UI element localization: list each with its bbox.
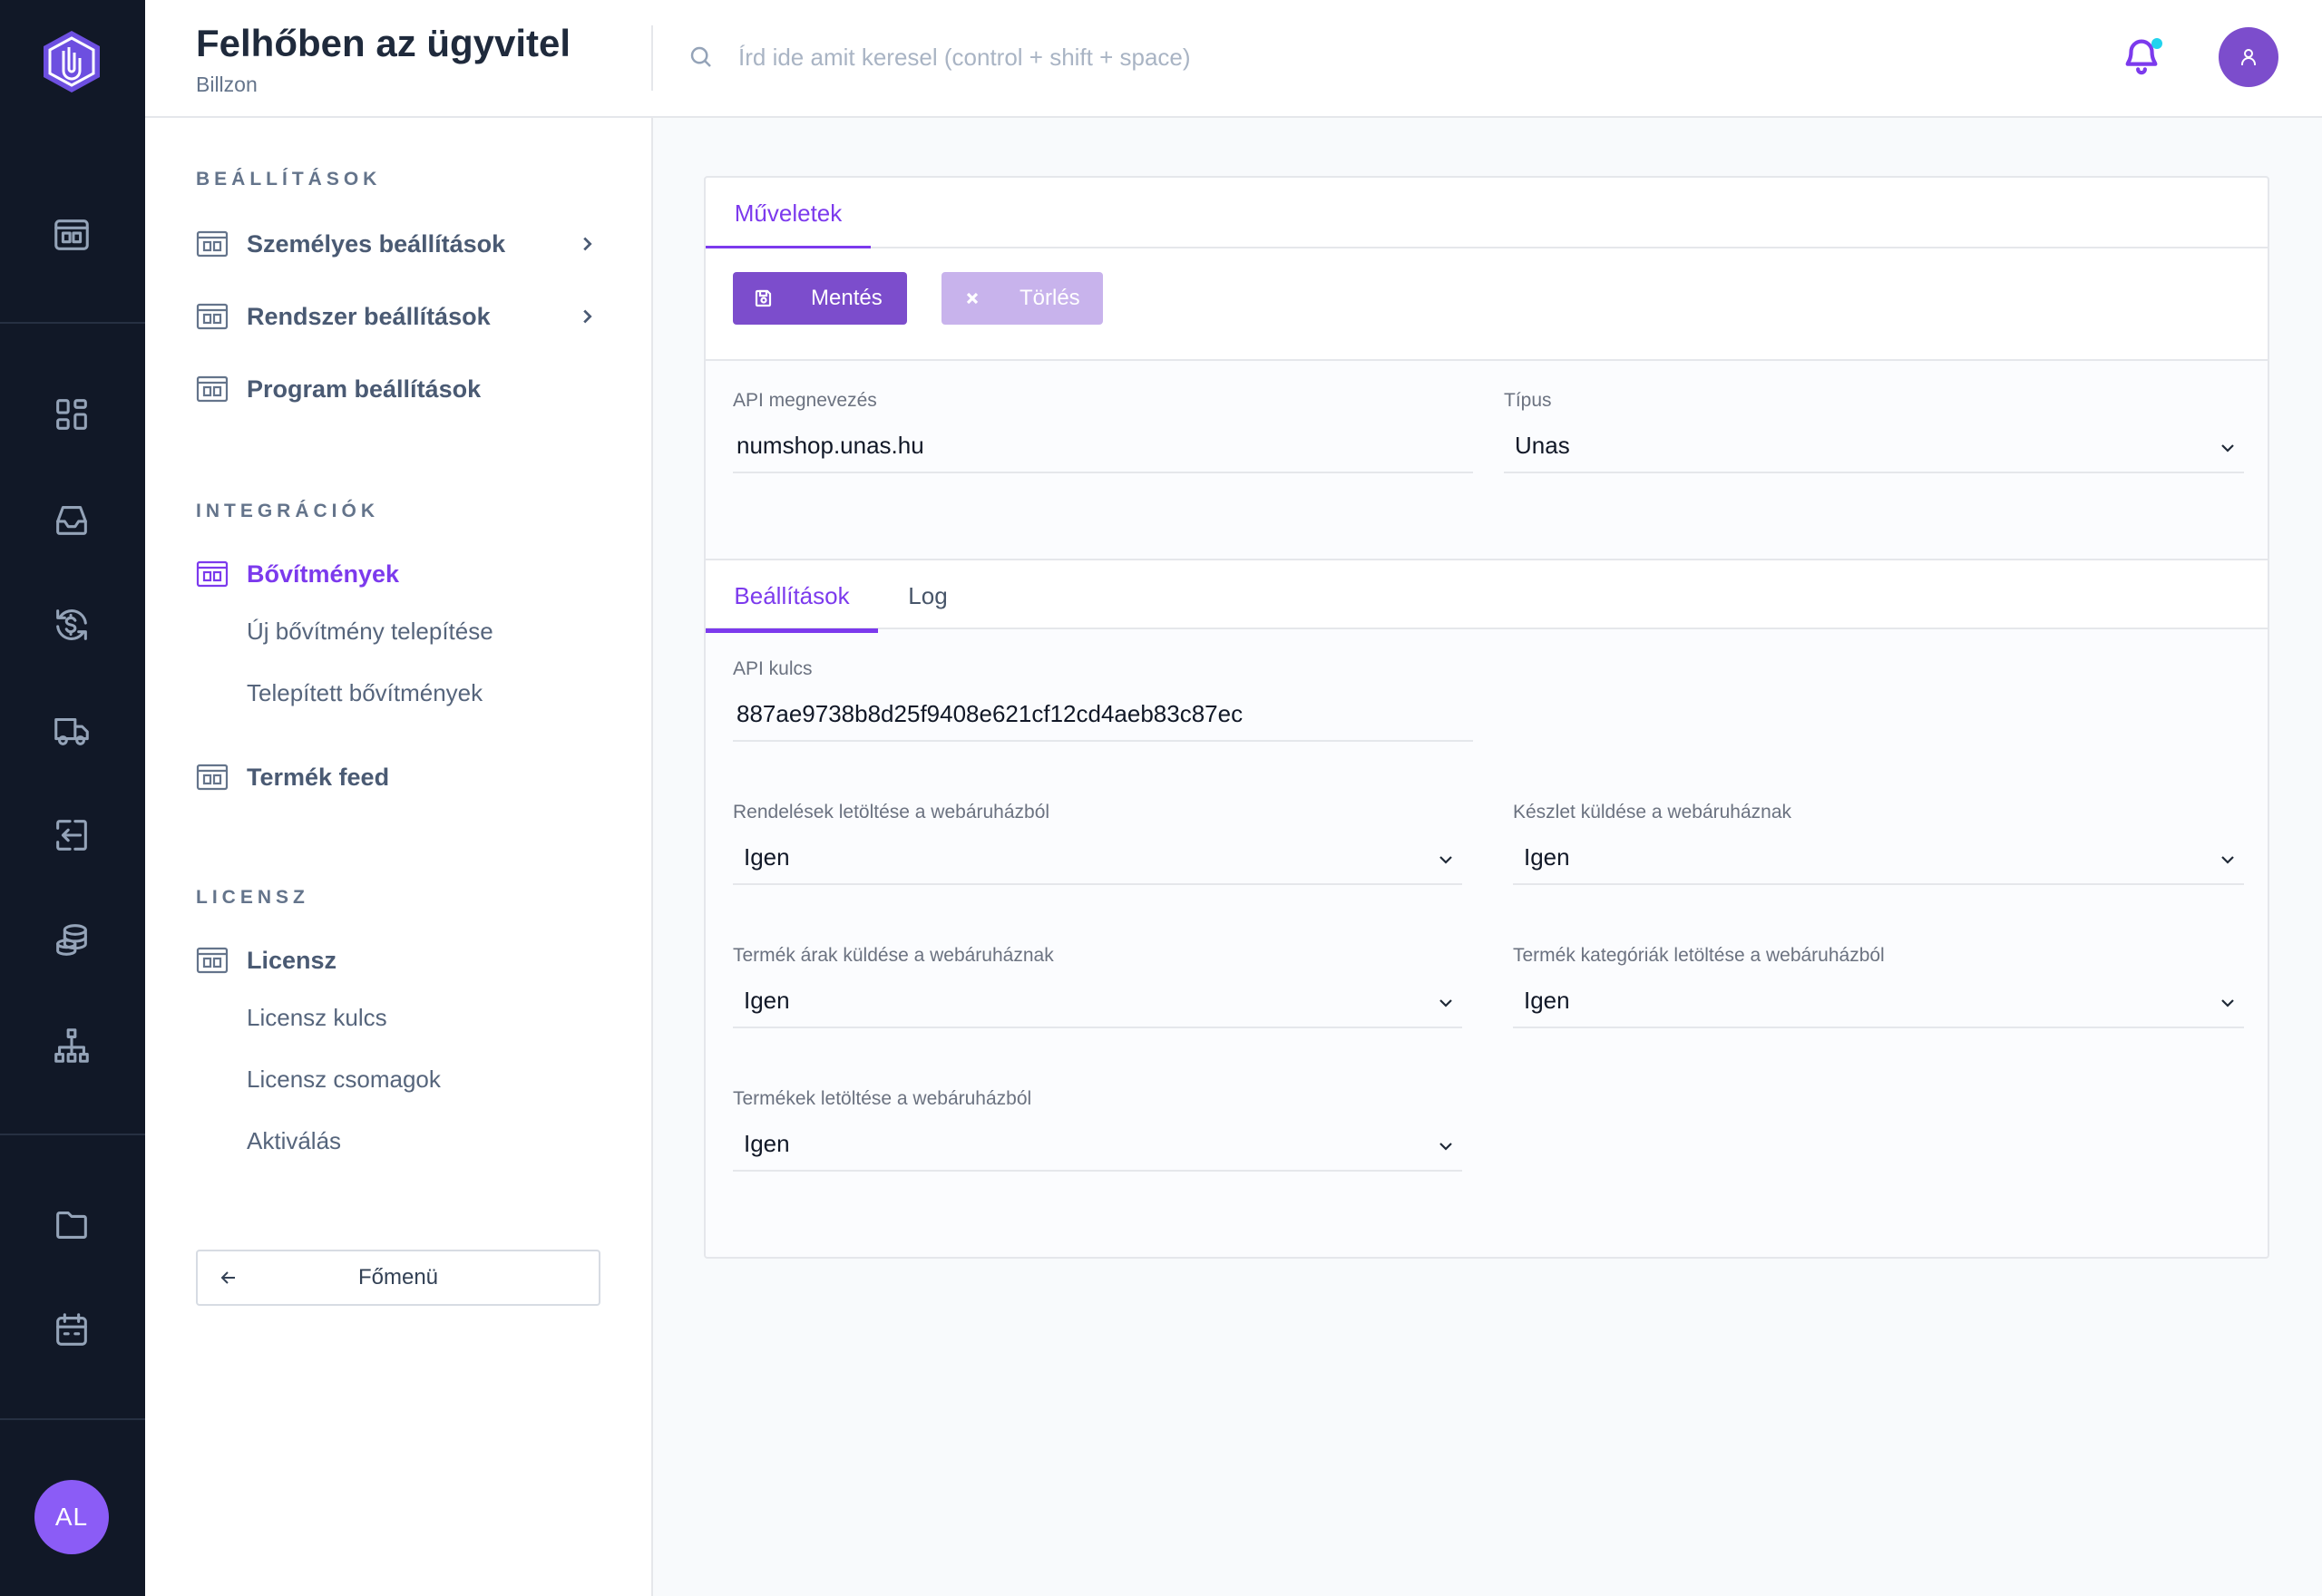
main-menu-label: Főmenü <box>357 1265 439 1289</box>
chevron-down-icon <box>1435 849 1457 871</box>
sidebar-item-label: Termék feed <box>247 763 390 791</box>
categories-download-select[interactable]: Igen <box>1513 974 2244 1028</box>
section-title-license: LICENSZ <box>196 887 309 908</box>
chevron-down-icon <box>2217 992 2239 1014</box>
layout-icon <box>196 230 229 258</box>
layout-icon <box>196 303 229 330</box>
type-value: Unas <box>1515 431 1570 459</box>
user-menu-button[interactable] <box>2219 27 2278 87</box>
sidebar-item-label: Rendszer beállítások <box>247 302 491 330</box>
categories-download-value: Igen <box>1524 986 1570 1014</box>
truck-icon[interactable] <box>45 704 98 756</box>
api-key-field[interactable]: 887ae9738b8d25f9408e621cf12cd4aeb83c87ec <box>733 687 1473 742</box>
layout-icon <box>196 947 229 974</box>
header-divider <box>651 25 653 91</box>
top-header: Felhőben az ügyvitel Billzon <box>145 0 2322 118</box>
orders-download-select[interactable]: Igen <box>733 831 1462 885</box>
company-name: Billzon <box>196 73 258 96</box>
sidebar-item-label: Licensz <box>247 946 337 974</box>
api-name-field[interactable]: numshop.unas.hu <box>733 419 1473 473</box>
calendar-icon[interactable] <box>45 1304 98 1357</box>
save-label: Mentés <box>811 286 883 310</box>
products-download-label: Termékek letöltése a webáruházból <box>733 1088 1032 1109</box>
api-name-label: API megnevezés <box>733 390 877 411</box>
sidebar-item-product-feed[interactable]: Termék feed <box>196 754 604 800</box>
user-icon <box>2241 49 2256 65</box>
user-avatar[interactable]: AL <box>34 1480 109 1554</box>
notifications-bell-icon[interactable] <box>2121 34 2166 80</box>
chevron-right-icon <box>577 307 597 326</box>
orders-download-label: Rendelések letöltése a webáruházból <box>733 802 1050 822</box>
currency-exchange-icon[interactable] <box>45 598 98 651</box>
layout-icon <box>196 560 229 588</box>
stock-send-label: Készlet küldése a webáruháznak <box>1513 802 1792 822</box>
stock-send-select[interactable]: Igen <box>1513 831 2244 885</box>
sidebar-subitem-new-extension[interactable]: Új bővítmény telepítése <box>247 618 493 646</box>
apps-grid-icon[interactable] <box>45 388 98 441</box>
products-download-value: Igen <box>744 1129 790 1157</box>
folder-icon[interactable] <box>45 1199 98 1251</box>
tab-settings[interactable]: Beállítások <box>706 560 878 633</box>
prices-send-select[interactable]: Igen <box>733 974 1462 1028</box>
stock-send-value: Igen <box>1524 842 1570 871</box>
settings-sidebar: BEÁLLÍTÁSOK Személyes beállítások Rendsz… <box>145 118 653 1596</box>
prices-send-label: Termék árak küldése a webáruháznak <box>733 945 1054 966</box>
chevron-down-icon <box>2217 437 2239 459</box>
type-label: Típus <box>1504 390 1552 411</box>
inbox-icon[interactable] <box>45 493 98 546</box>
chevron-down-icon <box>1435 1135 1457 1157</box>
save-icon <box>753 287 775 309</box>
sitemap-icon[interactable] <box>45 1019 98 1072</box>
sidebar-subitem-activation[interactable]: Aktiválás <box>247 1127 341 1155</box>
search-icon <box>688 44 715 71</box>
layout-icon <box>196 375 229 403</box>
app-logo-icon[interactable] <box>40 29 103 94</box>
arrow-left-icon <box>218 1267 239 1289</box>
search-input[interactable] <box>738 34 1555 80</box>
section-title-integrations: INTEGRÁCIÓK <box>196 501 379 521</box>
sidebar-subitem-license-packages[interactable]: Licensz csomagok <box>247 1066 441 1094</box>
sidebar-item-label: Személyes beállítások <box>247 229 506 258</box>
close-icon <box>961 287 983 309</box>
app-title: Felhőben az ügyvitel <box>196 22 571 64</box>
app-rail: AL <box>0 0 145 1596</box>
sidebar-subitem-installed-extensions[interactable]: Telepített bővítmények <box>247 679 483 707</box>
delete-button[interactable]: Törlés <box>941 272 1103 325</box>
layout-icon <box>196 764 229 791</box>
chevron-down-icon <box>2217 849 2239 871</box>
extension-editor-card: Műveletek Mentés Törlés API megnevezés n… <box>704 176 2269 1259</box>
tab-actions[interactable]: Műveletek <box>706 178 871 250</box>
notification-dot <box>2151 38 2162 49</box>
delete-label: Törlés <box>1020 286 1080 310</box>
prices-send-value: Igen <box>744 986 790 1014</box>
sidebar-item-label: Program beállítások <box>247 375 482 403</box>
api-key-label: API kulcs <box>733 658 813 679</box>
sidebar-item-label: Bővítmények <box>247 560 400 588</box>
transfer-in-icon[interactable] <box>45 809 98 861</box>
categories-download-label: Termék kategóriák letöltése a webáruházb… <box>1513 945 1885 966</box>
settings-tab-bar: Beállítások Log <box>706 559 2268 633</box>
layout-icon[interactable] <box>45 209 98 261</box>
chevron-down-icon <box>1435 992 1457 1014</box>
chevron-right-icon <box>577 234 597 254</box>
main-menu-button[interactable]: Főmenü <box>196 1250 600 1306</box>
section-title-settings: BEÁLLÍTÁSOK <box>196 169 382 190</box>
sidebar-subitem-license-key[interactable]: Licensz kulcs <box>247 1004 387 1032</box>
type-select[interactable]: Unas <box>1504 419 2244 473</box>
coins-icon[interactable] <box>45 914 98 967</box>
orders-download-value: Igen <box>744 842 790 871</box>
products-download-select[interactable]: Igen <box>733 1117 1462 1172</box>
sidebar-item-personal-settings[interactable]: Személyes beállítások <box>196 221 604 267</box>
actions-toolbar: Mentés Törlés <box>706 248 2268 361</box>
sidebar-item-program-settings[interactable]: Program beállítások <box>196 366 604 412</box>
tab-log[interactable]: Log <box>878 560 978 631</box>
actions-tab-bar: Műveletek <box>706 178 2268 250</box>
save-button[interactable]: Mentés <box>733 272 907 325</box>
sidebar-item-system-settings[interactable]: Rendszer beállítások <box>196 294 604 339</box>
sidebar-item-extensions[interactable]: Bővítmények <box>196 551 604 597</box>
sidebar-item-license[interactable]: Licensz <box>196 938 604 983</box>
